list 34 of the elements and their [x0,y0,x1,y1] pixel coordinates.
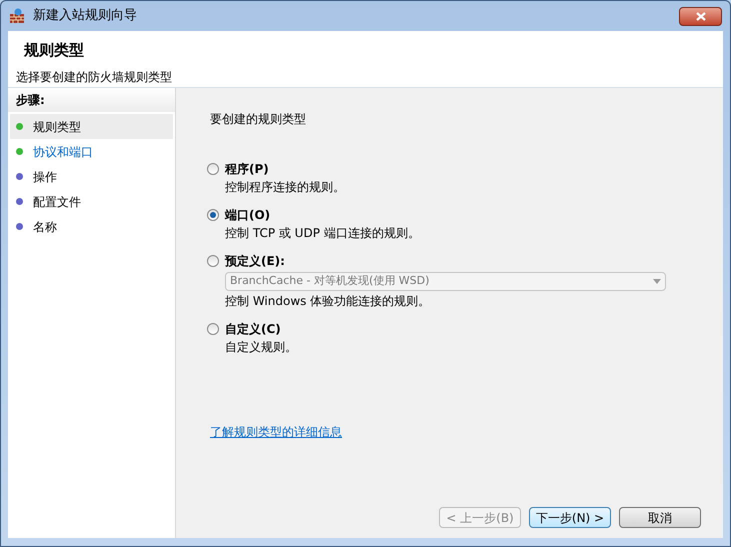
wizard-button[interactable]: 取消 [619,507,701,528]
step-item[interactable]: 配置文件 [10,189,173,214]
option-description: 控制程序连接的规则。 [225,179,346,196]
option-description: 控制 TCP 或 UDP 端口连接的规则。 [225,225,421,242]
close-icon [696,12,706,20]
step-label: 操作 [33,168,57,186]
window-title: 新建入站规则向导 [33,7,137,26]
page-title: 规则类型 [24,40,85,61]
step-item[interactable]: 规则类型 [10,114,173,139]
step-item[interactable]: 操作 [10,164,173,189]
help-link[interactable]: 了解规则类型的详细信息 [210,422,342,440]
option-label[interactable]: 程序(P) [225,160,269,178]
radio-button[interactable] [207,163,219,175]
close-button[interactable] [679,6,722,26]
step-label: 名称 [33,218,57,236]
step-item[interactable]: 名称 [10,214,173,239]
step-label: 协议和端口 [33,144,93,160]
wizard-button[interactable]: 下一步(N) > [529,507,611,528]
dropdown-arrow-icon [653,279,661,284]
step-label: 规则类型 [33,118,81,136]
firewall-icon [9,8,25,24]
step-item[interactable]: 协议和端口 [10,139,173,164]
option-description: 自定义规则。 [225,339,298,356]
radio-button[interactable] [207,323,219,335]
radio-button[interactable] [207,255,219,267]
option-label[interactable]: 端口(O) [225,206,270,224]
option-label[interactable]: 预定义(E): [225,252,285,270]
step-label: 配置文件 [33,194,81,210]
section-label: 要创建的规则类型 [210,111,307,128]
page-subtitle: 选择要创建的防火墙规则类型 [16,68,173,86]
option-description: 控制 Windows 体验功能连接的规则。 [225,293,432,310]
radio-button[interactable] [207,209,219,221]
option-label[interactable]: 自定义(C) [225,320,281,338]
steps-heading: 步骤: [16,92,45,109]
